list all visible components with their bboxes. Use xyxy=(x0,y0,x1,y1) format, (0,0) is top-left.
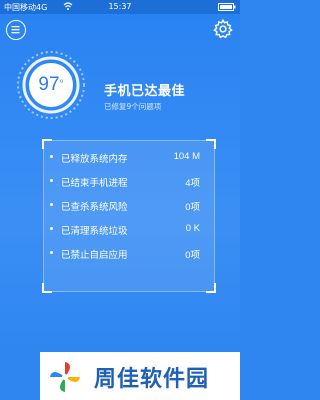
result-label: 已查杀系统风险 xyxy=(61,202,128,213)
bullet-icon xyxy=(50,203,53,206)
bullet-icon xyxy=(50,227,53,230)
status-bar: 中国移动4G 15:37 xyxy=(0,0,240,14)
status-title: 手机已达最佳 xyxy=(104,84,186,99)
result-value: 0 K xyxy=(185,223,200,234)
result-value: 0项 xyxy=(185,202,200,213)
result-label: 已清理系统垃圾 xyxy=(61,226,128,237)
score-unit: ° xyxy=(59,79,64,90)
result-label: 已禁止自启应用 xyxy=(61,250,128,261)
bullet-icon xyxy=(50,251,53,254)
menu-icon xyxy=(11,26,20,34)
result-row-risks: 已查杀系统风险 0项 xyxy=(44,195,214,215)
result-label: 已结束手机进程 xyxy=(61,178,128,189)
status-subtitle: 已修复9个问题项 xyxy=(104,102,162,111)
result-row-autostart: 已禁止自启应用 0项 xyxy=(44,243,214,263)
optimize-result-screen: 97° 手机已达最佳 已修复9个问题项 已释放系统内存 104 M 已结束手机进… xyxy=(0,14,240,352)
result-row-junk: 已清理系统垃圾 0 K xyxy=(44,219,214,239)
battery-icon xyxy=(218,3,236,11)
watermark-text: 周佳软件园 xyxy=(94,367,210,392)
bullet-icon xyxy=(50,155,53,158)
result-value: 4项 xyxy=(185,178,200,189)
pinwheel-logo-icon xyxy=(50,362,80,392)
gear-icon[interactable] xyxy=(212,18,234,40)
result-row-processes: 已结束手机进程 4项 xyxy=(44,171,214,191)
result-value: 0项 xyxy=(185,250,200,261)
clock: 15:37 xyxy=(108,2,132,11)
watermark-bar: 周佳软件园 xyxy=(0,352,240,400)
result-label: 已释放系统内存 xyxy=(61,154,128,165)
result-value: 104 M xyxy=(173,151,200,162)
menu-button[interactable] xyxy=(6,20,26,40)
panel-corner xyxy=(206,283,216,293)
panel-corner xyxy=(42,283,52,293)
score-value: 97 xyxy=(38,74,60,95)
health-score: 97° xyxy=(28,72,74,102)
watermark-box: 周佳软件园 xyxy=(40,352,240,400)
bullet-icon xyxy=(50,179,53,182)
results-panel: 已释放系统内存 104 M 已结束手机进程 4项 已查杀系统风险 0项 已清理系… xyxy=(42,139,216,293)
result-row-memory: 已释放系统内存 104 M xyxy=(44,147,214,167)
